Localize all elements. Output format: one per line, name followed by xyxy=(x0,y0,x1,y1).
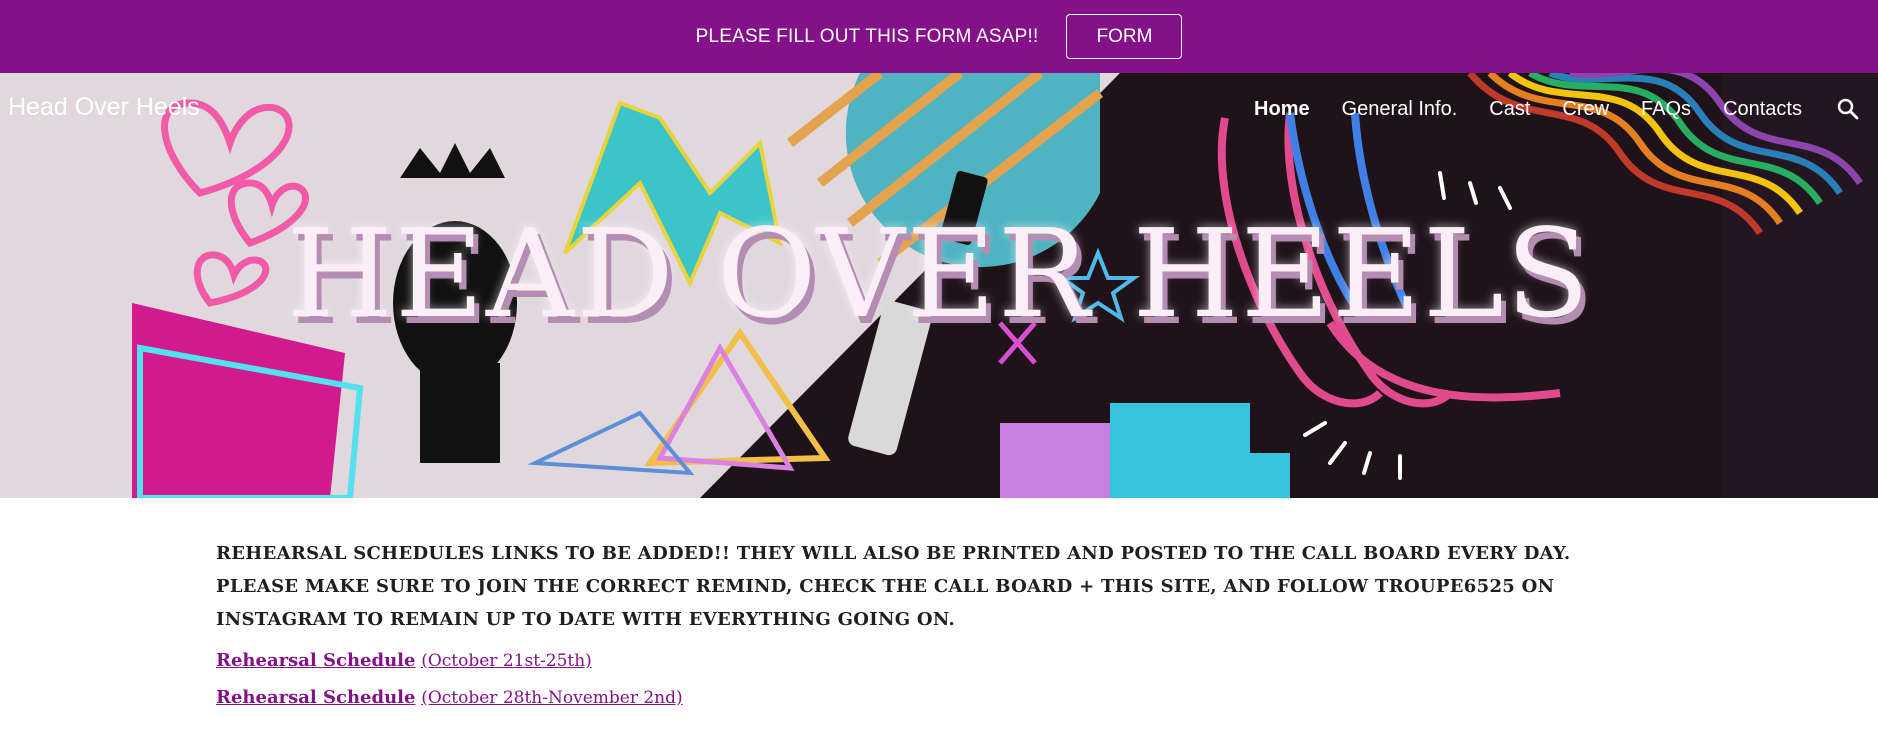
schedule-item: Rehearsal Schedule (October 21st-25th) xyxy=(216,650,1616,671)
rehearsal-schedule-dates-2[interactable]: (October 28th-November 2nd) xyxy=(421,688,682,708)
form-button[interactable]: FORM xyxy=(1066,14,1183,59)
announcement-bar: PLEASE FILL OUT THIS FORM ASAP!! FORM xyxy=(0,0,1878,73)
schedule-item: Rehearsal Schedule (October 28th-Novembe… xyxy=(216,687,1616,708)
nav-item-home[interactable]: Home xyxy=(1238,98,1326,121)
nav-item-cast[interactable]: Cast xyxy=(1473,98,1546,121)
nav-item-contacts[interactable]: Contacts xyxy=(1707,98,1818,121)
main-nav: Home General Info. Cast Crew FAQs Contac… xyxy=(1238,87,1878,131)
announcement-text: PLEASE FILL OUT THIS FORM ASAP!! xyxy=(695,25,1039,47)
header-banner: Head Over Heels Home General Info. Cast … xyxy=(0,73,1878,498)
rehearsal-schedule-link-1[interactable]: Rehearsal Schedule xyxy=(216,650,415,671)
rehearsal-notice: REHEARSAL SCHEDULES LINKS TO BE ADDED!! … xyxy=(216,543,1571,630)
nav-item-general-info[interactable]: General Info. xyxy=(1326,98,1474,121)
search-icon[interactable] xyxy=(1818,87,1878,131)
rehearsal-schedule-link-2[interactable]: Rehearsal Schedule xyxy=(216,687,415,708)
hero-title: HEAD OVER HEELS xyxy=(286,203,1592,345)
rehearsal-schedule-dates-1[interactable]: (October 21st-25th) xyxy=(421,651,592,671)
nav-item-crew[interactable]: Crew xyxy=(1546,98,1625,121)
site-title[interactable]: Head Over Heels xyxy=(8,93,200,122)
main-content: REHEARSAL SCHEDULES LINKS TO BE ADDED!! … xyxy=(216,537,1616,708)
nav-item-faqs[interactable]: FAQs xyxy=(1625,98,1707,121)
